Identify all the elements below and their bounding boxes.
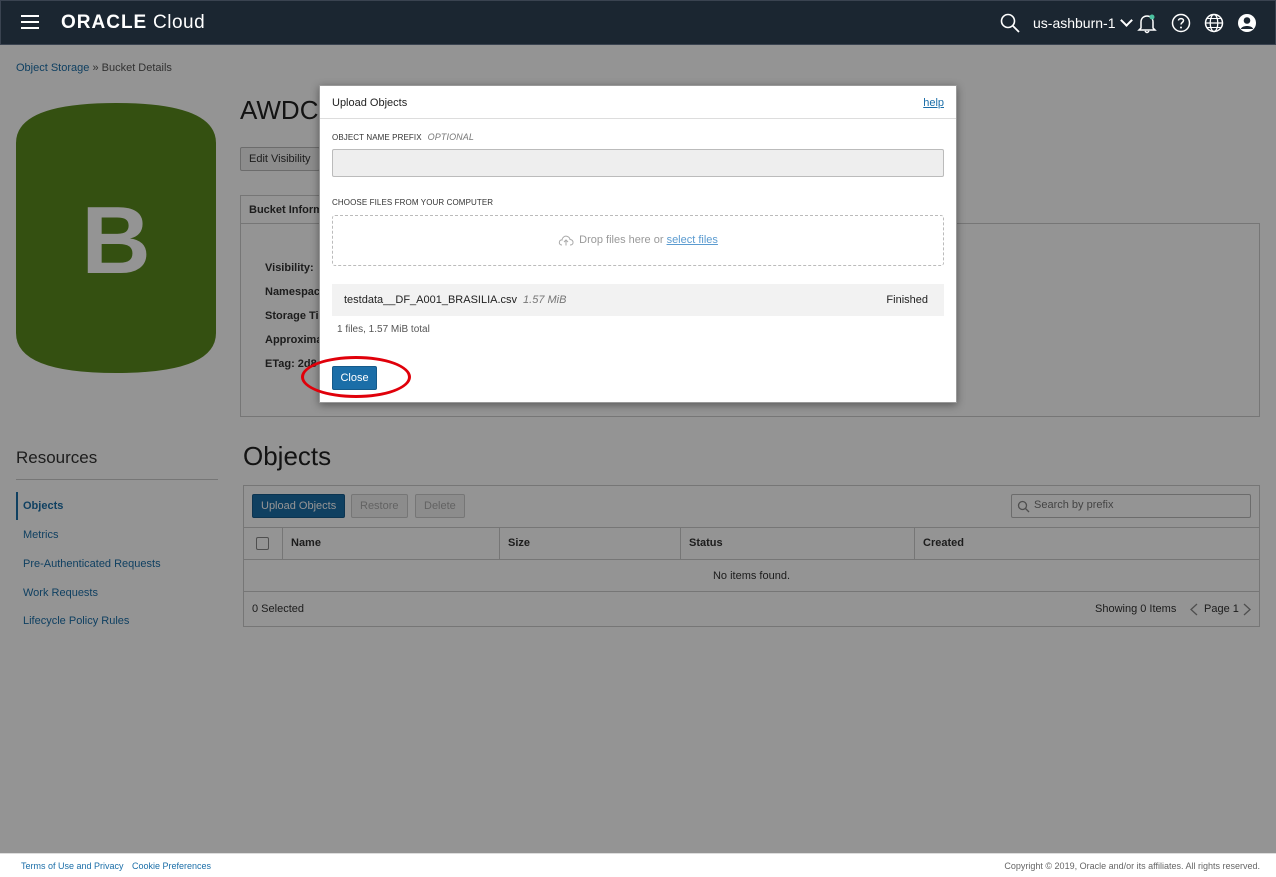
region-selector[interactable]: us-ashburn-1	[1033, 14, 1133, 31]
uploaded-file-info: testdata__DF_A001_BRASILIA.csv 1.57 MiB	[344, 294, 566, 306]
chevron-down-icon	[1119, 14, 1133, 27]
upload-objects-dialog: Upload Objects help OBJECT NAME PREFIX OP…	[319, 85, 957, 403]
brand-oracle: ORACLE	[61, 12, 148, 33]
close-button-highlight-ring	[301, 356, 411, 398]
dialog-title: Upload Objects	[332, 97, 408, 109]
object-name-prefix-label: OBJECT NAME PREFIX OPTIONAL	[332, 132, 474, 142]
terms-of-use-link[interactable]: Terms of Use and Privacy	[21, 861, 124, 871]
oracle-cloud-logo[interactable]: ORACLE Cloud	[61, 12, 205, 34]
language-globe-icon[interactable]	[1203, 12, 1225, 34]
optional-tag: OPTIONAL	[427, 132, 474, 142]
drop-files-text: Drop files here or	[579, 234, 664, 246]
object-name-prefix-field[interactable]	[332, 149, 944, 177]
page-footer: Terms of Use and Privacy Cookie Preferen…	[0, 853, 1276, 877]
user-profile-icon[interactable]	[1236, 12, 1258, 34]
select-files-link[interactable]: select files	[667, 234, 718, 246]
uploaded-file-size: 1.57 MiB	[523, 294, 567, 306]
brand-cloud: Cloud	[153, 12, 206, 33]
files-total-summary: 1 files, 1.57 MiB total	[337, 324, 430, 335]
menu-icon[interactable]	[21, 15, 39, 31]
cloud-upload-icon	[558, 235, 574, 246]
prefix-label-text: OBJECT NAME PREFIX	[332, 133, 422, 142]
dialog-header: Upload Objects help	[320, 86, 956, 119]
help-icon[interactable]	[1170, 12, 1192, 34]
top-navigation-bar: ORACLE Cloud us-ashburn-1	[0, 0, 1276, 45]
choose-files-label: CHOOSE FILES FROM YOUR COMPUTER	[332, 198, 494, 207]
upload-status: Finished	[886, 294, 928, 306]
cookie-preferences-link[interactable]: Cookie Preferences	[132, 861, 211, 871]
search-icon[interactable]	[999, 12, 1021, 34]
file-drop-zone[interactable]: Drop files here or select files	[332, 215, 944, 266]
help-link[interactable]: help	[923, 97, 944, 109]
region-label: us-ashburn-1	[1033, 15, 1116, 31]
object-name-prefix-input[interactable]	[333, 150, 943, 176]
copyright-text: Copyright © 2019, Oracle and/or its affi…	[1004, 861, 1260, 871]
uploaded-file-name: testdata__DF_A001_BRASILIA.csv	[344, 294, 518, 306]
notifications-bell-icon[interactable]	[1136, 12, 1158, 34]
uploaded-file-row: testdata__DF_A001_BRASILIA.csv 1.57 MiB F…	[332, 284, 944, 316]
